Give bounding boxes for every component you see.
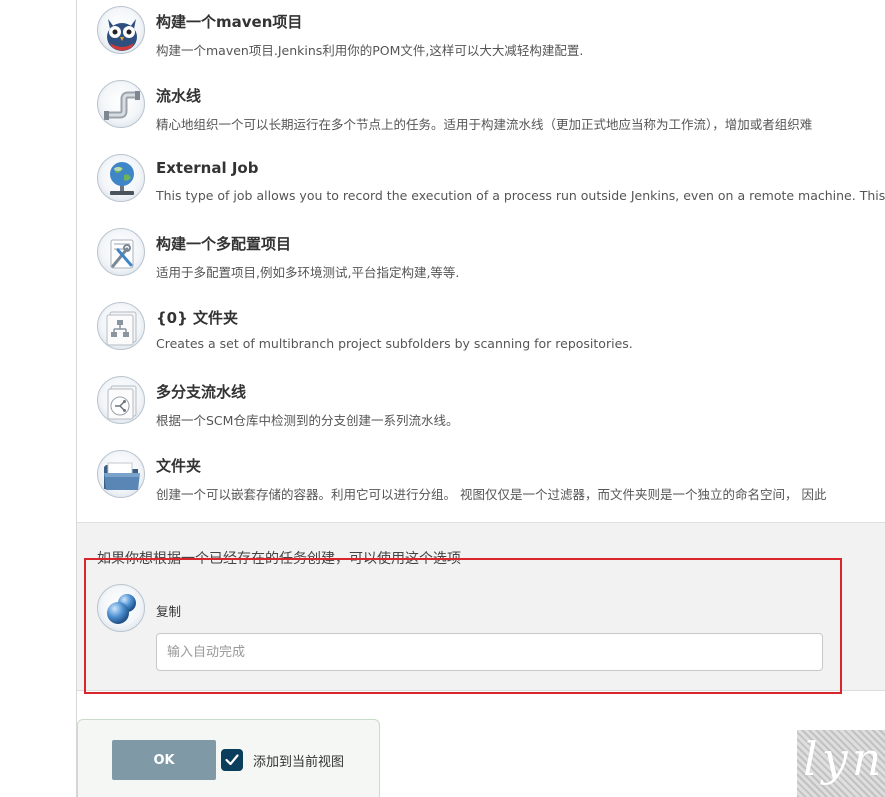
checkmark-icon	[225, 754, 239, 766]
multibranch-pipeline-icon	[97, 376, 145, 424]
job-type-multi-config-project[interactable]: 构建一个多配置项目 适用于多配置项目,例如多环境测试,平台指定构建,等等.	[97, 226, 885, 286]
job-type-title: 多分支流水线	[156, 383, 247, 401]
job-type-organization-folder[interactable]: {0} 文件夹 Creates a set of multibranch pro…	[97, 300, 885, 360]
ok-button[interactable]: OK	[112, 740, 216, 780]
job-type-description: 创建一个可以嵌套存储的容器。利用它可以进行分组。 视图仅仅是一个过滤器，而文件夹…	[156, 487, 827, 502]
pipeline-pipe-icon	[97, 80, 145, 128]
job-type-folder[interactable]: 文件夹 创建一个可以嵌套存储的容器。利用它可以进行分组。 视图仅仅是一个过滤器，…	[97, 448, 885, 508]
job-type-title: 文件夹	[156, 457, 202, 475]
job-type-title: 构建一个多配置项目	[156, 235, 292, 253]
job-type-description: This type of job allows you to record th…	[156, 188, 885, 203]
job-type-description: 构建一个maven项目.Jenkins利用你的POM文件,这样可以大大减轻构建配…	[156, 43, 584, 58]
job-type-title: 流水线	[156, 87, 202, 105]
copy-from-input[interactable]	[156, 633, 823, 671]
job-type-maven-project[interactable]: 构建一个maven项目 构建一个maven项目.Jenkins利用你的POM文件…	[97, 4, 885, 64]
job-type-title: External Job	[156, 159, 259, 177]
job-type-multibranch-pipeline[interactable]: 多分支流水线 根据一个SCM仓库中检测到的分支创建一系列流水线。	[97, 374, 885, 434]
job-type-external-job[interactable]: External Job This type of job allows you…	[97, 152, 885, 212]
job-type-description: 精心地组织一个可以长期运行在多个节点上的任务。适用于构建流水线（更加正式地应当称…	[156, 117, 813, 132]
job-type-pipeline[interactable]: 流水线 精心地组织一个可以长期运行在多个节点上的任务。适用于构建流水线（更加正式…	[97, 78, 885, 138]
watermark-logo: lyn	[797, 730, 885, 797]
bottom-action-bar: OK 添加到当前视图	[77, 719, 380, 797]
external-job-globe-icon	[97, 154, 145, 202]
maven-owl-icon	[97, 6, 145, 54]
copy-label: 复制	[156, 604, 182, 619]
job-type-list: 构建一个maven项目 构建一个maven项目.Jenkins利用你的POM文件…	[77, 0, 885, 522]
job-type-description: Creates a set of multibranch project sub…	[156, 336, 633, 351]
copy-existing-section: 如果你想根据一个已经存在的任务创建，可以使用这个选项 复制	[77, 522, 885, 691]
job-type-description: 适用于多配置项目,例如多环境测试,平台指定构建,等等.	[156, 265, 460, 280]
new-item-page: 构建一个maven项目 构建一个maven项目.Jenkins利用你的POM文件…	[0, 0, 885, 797]
job-type-title: {0} 文件夹	[156, 309, 239, 327]
multi-config-tools-icon	[97, 228, 145, 276]
copy-spheres-icon	[97, 584, 145, 632]
job-type-title: 构建一个maven项目	[156, 13, 303, 31]
add-to-view-checkbox[interactable]	[221, 749, 243, 771]
folder-icon	[97, 450, 145, 498]
watermark-text: lyn	[803, 732, 885, 786]
add-to-view-label[interactable]: 添加到当前视图	[253, 751, 344, 770]
copy-section-hint: 如果你想根据一个已经存在的任务创建，可以使用这个选项	[97, 551, 461, 567]
job-type-description: 根据一个SCM仓库中检测到的分支创建一系列流水线。	[156, 413, 459, 428]
org-folder-icon	[97, 302, 145, 350]
